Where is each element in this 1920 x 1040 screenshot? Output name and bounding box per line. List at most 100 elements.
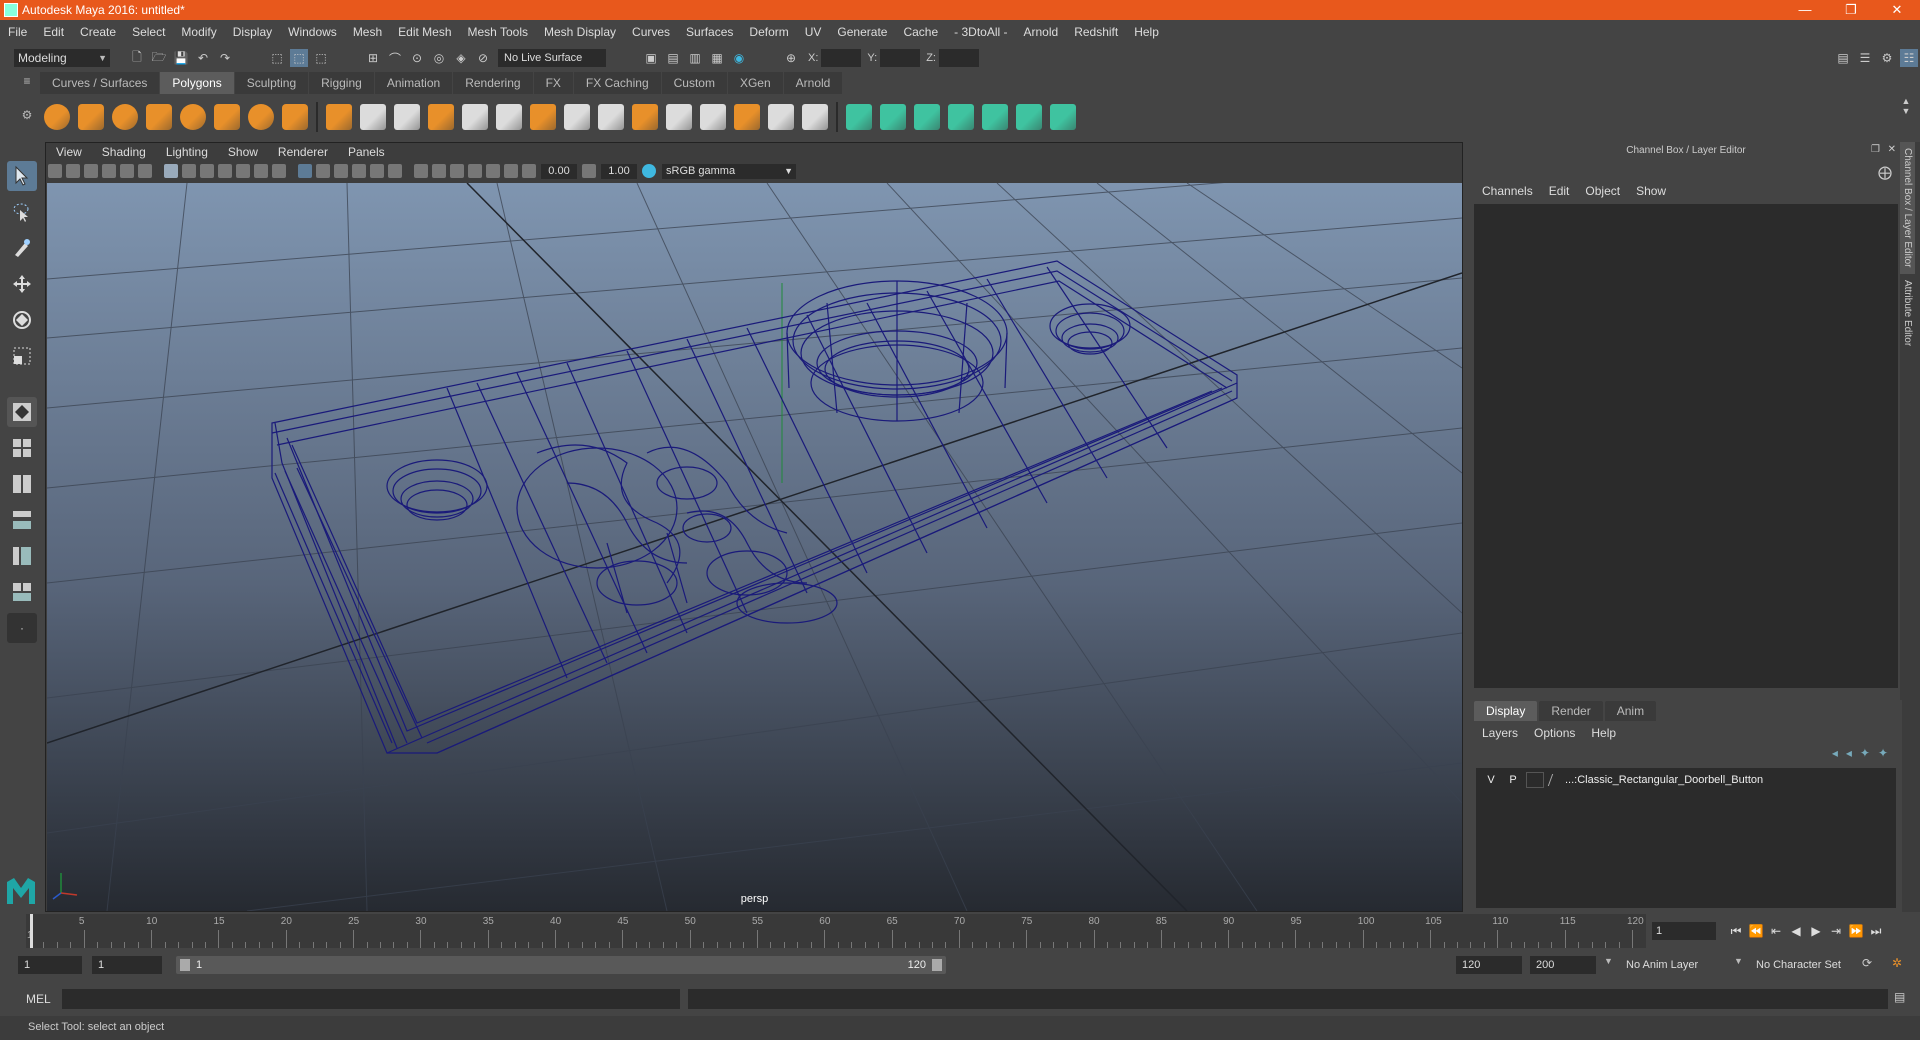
gate-mask-icon[interactable] bbox=[218, 164, 232, 178]
tab-attribute-editor[interactable]: Attribute Editor bbox=[1900, 274, 1915, 352]
shelf-options[interactable]: ≡ ⚙ bbox=[18, 74, 36, 138]
graph-layout-icon[interactable] bbox=[7, 541, 37, 571]
poly-cone-icon[interactable] bbox=[146, 104, 172, 130]
start-time-field[interactable]: 1 bbox=[18, 956, 82, 974]
new-scene-icon[interactable]: 🗋 bbox=[128, 49, 146, 67]
shelf-tab-animation[interactable]: Animation bbox=[374, 72, 453, 94]
tab-display[interactable]: Display bbox=[1474, 701, 1538, 721]
menu-deform[interactable]: Deform bbox=[741, 20, 796, 44]
menu-mesh[interactable]: Mesh bbox=[345, 20, 390, 44]
poly-cylinder-icon[interactable] bbox=[112, 104, 138, 130]
exposure-icon[interactable] bbox=[522, 164, 536, 178]
bookmark-icon[interactable] bbox=[84, 164, 98, 178]
go-to-start-button[interactable]: ⏮ bbox=[1726, 924, 1746, 939]
ipr-render-icon[interactable]: ▥ bbox=[686, 49, 704, 67]
snap-curve-icon[interactable]: ⌒ bbox=[386, 49, 404, 67]
viewport-menu-view[interactable]: View bbox=[46, 143, 92, 161]
snap-view-icon[interactable]: ◎ bbox=[430, 49, 448, 67]
bridge-icon[interactable] bbox=[530, 104, 556, 130]
menu-curves[interactable]: Curves bbox=[624, 20, 678, 44]
extract-icon[interactable] bbox=[394, 104, 420, 130]
scale-tool[interactable] bbox=[7, 341, 37, 371]
menu-mesh-tools[interactable]: Mesh Tools bbox=[460, 20, 536, 44]
multi-cut-icon[interactable] bbox=[734, 104, 760, 130]
range-slider[interactable]: 1 120 bbox=[176, 956, 946, 974]
poly-plane-icon[interactable] bbox=[214, 104, 240, 130]
grid-icon[interactable] bbox=[164, 164, 178, 178]
viewport-menu-show[interactable]: Show bbox=[218, 143, 268, 161]
shelf-tab-polygons[interactable]: Polygons bbox=[160, 72, 234, 94]
menu-cache[interactable]: Cache bbox=[895, 20, 946, 44]
symmetry-icon[interactable] bbox=[1050, 104, 1076, 130]
poly-torus-icon[interactable] bbox=[180, 104, 206, 130]
single-perspective-layout-icon[interactable] bbox=[7, 397, 37, 427]
redo-icon[interactable]: ↷ bbox=[216, 49, 234, 67]
rotate-tool[interactable] bbox=[7, 305, 37, 335]
viewport-menu-shading[interactable]: Shading bbox=[92, 143, 156, 161]
xray-joints-icon[interactable] bbox=[432, 164, 446, 178]
image-plane-icon[interactable] bbox=[102, 164, 116, 178]
textured-icon[interactable] bbox=[352, 164, 366, 178]
hud-icon[interactable] bbox=[504, 164, 518, 178]
append-icon[interactable] bbox=[632, 104, 658, 130]
anim-layer-select[interactable]: No Anim Layer bbox=[1620, 956, 1744, 974]
shelf-tab-rigging[interactable]: Rigging bbox=[309, 72, 374, 94]
render-frame-icon[interactable]: ▤ bbox=[664, 49, 682, 67]
menu-icon[interactable]: ≡ bbox=[18, 74, 36, 88]
menu-uv[interactable]: UV bbox=[797, 20, 830, 44]
menu-surfaces[interactable]: Surfaces bbox=[678, 20, 741, 44]
layer-color-swatch[interactable] bbox=[1526, 772, 1544, 788]
layer-menu-layers[interactable]: Layers bbox=[1474, 722, 1526, 744]
render-view-icon[interactable]: ▣ bbox=[642, 49, 660, 67]
play-forward-button[interactable]: ▶ bbox=[1806, 924, 1826, 938]
undo-icon[interactable]: ↶ bbox=[194, 49, 212, 67]
boolean-icon[interactable] bbox=[462, 104, 488, 130]
step-forward-frame-button[interactable]: ⇥ bbox=[1826, 924, 1846, 938]
poly-pipe-icon[interactable] bbox=[282, 104, 308, 130]
ambient-occlusion-icon[interactable] bbox=[450, 164, 464, 178]
hypershade-layout-icon[interactable] bbox=[7, 577, 37, 607]
menu-edit-mesh[interactable]: Edit Mesh bbox=[390, 20, 459, 44]
minimize-button[interactable]: — bbox=[1782, 0, 1828, 20]
camera-select-icon[interactable] bbox=[48, 164, 62, 178]
time-ruler[interactable]: 1510152025303540455055606570758085909510… bbox=[26, 914, 1646, 948]
insert-loop-icon[interactable] bbox=[700, 104, 726, 130]
menu-windows[interactable]: Windows bbox=[280, 20, 345, 44]
current-time-indicator[interactable] bbox=[30, 914, 33, 948]
outliner-layout-icon[interactable] bbox=[7, 505, 37, 535]
poly-sphere-icon[interactable] bbox=[44, 104, 70, 130]
gamma-icon[interactable] bbox=[582, 164, 596, 178]
planar-uv-icon[interactable] bbox=[846, 104, 872, 130]
animation-preferences-icon[interactable]: ✲ bbox=[1892, 956, 1902, 970]
gear-icon[interactable]: ⚙ bbox=[18, 108, 36, 122]
maximize-button[interactable]: ❐ bbox=[1828, 0, 1874, 20]
go-to-end-button[interactable]: ⏭ bbox=[1866, 924, 1886, 939]
bevel-icon[interactable] bbox=[564, 104, 590, 130]
isolate-select-icon[interactable] bbox=[486, 164, 500, 178]
tool-settings-icon[interactable]: ⚙ bbox=[1878, 49, 1896, 67]
menu-select[interactable]: Select bbox=[124, 20, 173, 44]
smooth-shade-icon[interactable] bbox=[316, 164, 330, 178]
camera-attributes-icon[interactable] bbox=[66, 164, 80, 178]
extrude-icon[interactable] bbox=[598, 104, 624, 130]
snap-live-icon[interactable]: ⊘ bbox=[474, 49, 492, 67]
shelf-scroll[interactable]: ▲ ▼ bbox=[1898, 96, 1914, 136]
channel-menu-show[interactable]: Show bbox=[1628, 180, 1674, 202]
uv-editor-icon[interactable] bbox=[982, 104, 1008, 130]
tab-render[interactable]: Render bbox=[1539, 701, 1603, 721]
channel-box-icon[interactable]: ☷ bbox=[1900, 49, 1918, 67]
scene-view[interactable] bbox=[47, 183, 1462, 911]
shelf-tab-fx[interactable]: FX bbox=[533, 72, 573, 94]
spherical-uv-icon[interactable] bbox=[948, 104, 974, 130]
axis-display-icon[interactable]: ⨁ bbox=[1878, 164, 1892, 181]
z-field[interactable] bbox=[938, 49, 979, 67]
layer-visibility-toggle[interactable]: V bbox=[1482, 772, 1500, 788]
new-layer-icon[interactable]: ✦ bbox=[1860, 746, 1870, 760]
viewport-menu-lighting[interactable]: Lighting bbox=[156, 143, 218, 161]
move-layer-down-icon[interactable]: ◂ bbox=[1846, 746, 1852, 760]
exposure-field[interactable]: 0.00 bbox=[541, 163, 577, 179]
snap-grid-icon[interactable]: ⊞ bbox=[364, 49, 382, 67]
lasso-tool[interactable] bbox=[7, 197, 37, 227]
x-field[interactable] bbox=[821, 49, 862, 67]
transform-mode-icon[interactable]: ⊕ bbox=[782, 49, 800, 67]
